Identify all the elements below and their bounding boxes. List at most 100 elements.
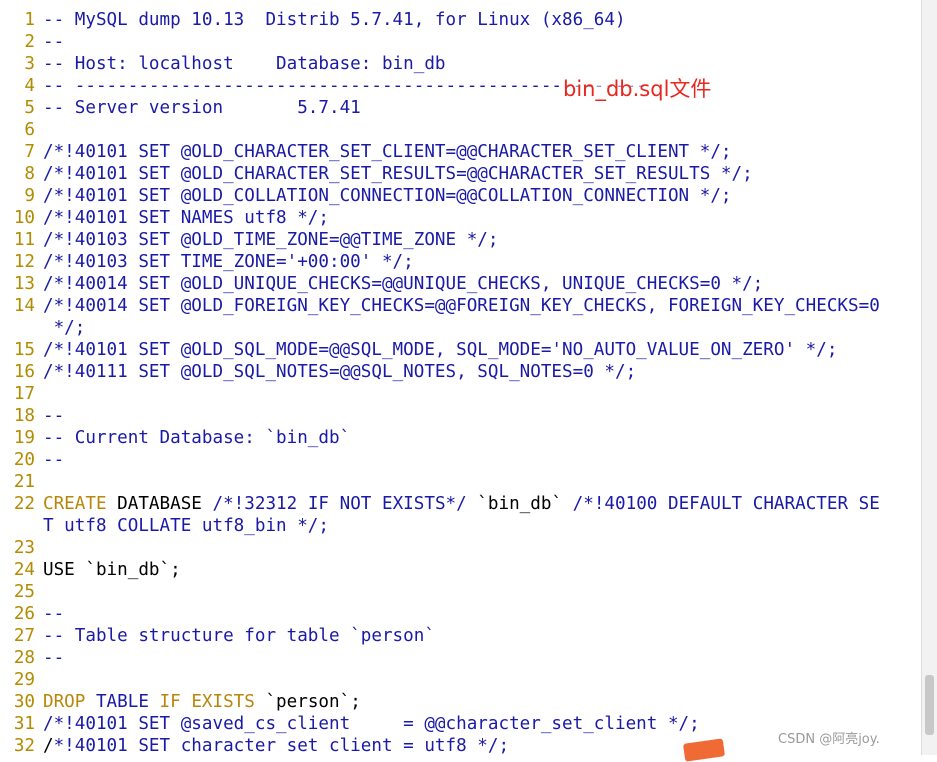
code-text: /*!40111 SET @OLD_SQL_NOTES=@@SQL_NOTES,… <box>43 361 636 383</box>
line-number: 31 <box>13 714 35 734</box>
code-token: TABLE <box>95 692 149 712</box>
code-token: /*!40014 SET @OLD_FOREIGN_KEY_CHECKS=@@F… <box>43 296 880 316</box>
code-text: /*!40103 SET TIME_ZONE='+00:00' */; <box>43 251 414 273</box>
code-text: -- Table structure for table `person` <box>43 625 435 647</box>
scrollbar-thumb[interactable] <box>925 675 934 735</box>
code-text: /*!40101 SET character set client = utf8… <box>43 735 509 755</box>
cursor-highlight: / <box>43 736 54 755</box>
line-number: 24 <box>13 560 35 580</box>
code-text: /*!40101 SET @OLD_COLLATION_CONNECTION=@… <box>43 185 732 207</box>
line-number: 13 <box>13 274 35 294</box>
line-number: 30 <box>13 692 35 712</box>
line-number: 17 <box>13 384 35 404</box>
code-token: /*!40103 SET TIME_ZONE='+00:00' */; <box>43 252 414 272</box>
code-text: -- Current Database: `bin_db` <box>43 427 350 449</box>
code-token: -- <box>43 450 65 470</box>
code-token: EXISTS <box>191 692 255 712</box>
code-text: -- <box>43 647 64 669</box>
code-text: -- Server version 5.7.41 <box>43 97 361 119</box>
code-token: DATABASE <box>106 494 213 514</box>
line-number: 28 <box>13 648 35 668</box>
code-token: /*!40101 SET @OLD_SQL_MODE=@@SQL_MODE, S… <box>43 340 838 360</box>
code-text: USE `bin_db`; <box>43 559 181 581</box>
code-token: CREATE <box>43 494 107 514</box>
code-text: */; <box>43 317 86 339</box>
code-text: /*!40101 SET @OLD_SQL_MODE=@@SQL_MODE, S… <box>43 339 837 361</box>
code-token: -- Current Database: `bin_db` <box>43 428 351 448</box>
line-number: 22 <box>13 494 35 514</box>
code-token: -- <box>43 648 65 668</box>
code-text: /*!40014 SET @OLD_FOREIGN_KEY_CHECKS=@@F… <box>43 295 880 317</box>
code-token: -- <box>43 32 65 52</box>
line-number: 21 <box>13 472 35 492</box>
code-text: DROP TABLE IF EXISTS `person`; <box>43 691 361 713</box>
code-text: -- Host: localhost Database: bin_db <box>43 53 446 75</box>
line-number: 27 <box>13 626 35 646</box>
code-text: -- <box>43 31 64 53</box>
line-number: 11 <box>13 230 35 250</box>
line-number: 26 <box>13 604 35 624</box>
code-token: DROP <box>43 692 86 712</box>
code-text: /*!40101 SET @saved_cs_client = @@charac… <box>43 713 700 735</box>
line-number: 32 <box>13 736 35 755</box>
line-number: 2 <box>24 32 35 52</box>
code-token: USE `bin_db`; <box>43 560 181 580</box>
code-token: -- <box>43 604 65 624</box>
line-number: 14 <box>13 296 35 316</box>
code-token: /*!40014 SET @OLD_UNIQUE_CHECKS=@@UNIQUE… <box>43 274 764 294</box>
line-number: 20 <box>13 450 35 470</box>
code-text: T utf8 COLLATE utf8_bin */; <box>43 515 329 537</box>
line-number: 18 <box>13 406 35 426</box>
code-token: /*!40111 SET @OLD_SQL_NOTES=@@SQL_NOTES,… <box>43 362 637 382</box>
code-token: -- <box>43 406 65 426</box>
line-number: 12 <box>13 252 35 272</box>
code-token: `person`; <box>254 692 361 712</box>
code-token: -- MySQL dump 10.13 Distrib 5.7.41, for … <box>43 10 626 30</box>
code-text: -- -------------------------------------… <box>43 75 647 97</box>
line-number: 8 <box>24 164 35 184</box>
code-text: -- <box>43 405 64 427</box>
line-number: 15 <box>13 340 35 360</box>
line-number: 29 <box>13 670 35 690</box>
code-text: /*!40103 SET @OLD_TIME_ZONE=@@TIME_ZONE … <box>43 229 498 251</box>
line-number: 1 <box>24 10 35 30</box>
code-token: /*!40101 SET @saved_cs_client = @@charac… <box>43 714 700 734</box>
code-token: -- Table structure for table `person` <box>43 626 435 646</box>
line-number: 4 <box>24 76 35 96</box>
code-token: *!40101 SET character set client = utf8 … <box>53 736 510 755</box>
code-text: /*!40101 SET @OLD_CHARACTER_SET_RESULTS=… <box>43 163 753 185</box>
file-annotation: bin_db.sql文件 <box>563 76 712 102</box>
line-number: 10 <box>13 208 35 228</box>
watermark: CSDN @阿亮joy. <box>778 732 880 747</box>
code-token: */; <box>43 318 86 338</box>
line-number: 9 <box>24 186 35 206</box>
code-text: /*!40014 SET @OLD_UNIQUE_CHECKS=@@UNIQUE… <box>43 273 763 295</box>
code-token: IF <box>159 692 181 712</box>
code-token: /*!40100 DEFAULT CHARACTER SE <box>572 494 880 514</box>
code-token: /*!40101 SET @OLD_CHARACTER_SET_CLIENT=@… <box>43 142 732 162</box>
code-token: /*!40101 SET @OLD_CHARACTER_SET_RESULTS=… <box>43 164 753 184</box>
code-editor[interactable]: 1 -- MySQL dump 10.13 Distrib 5.7.41, for… <box>0 0 922 755</box>
code-token: -- Server version 5.7.41 <box>43 98 361 118</box>
code-text: /*!40101 SET NAMES utf8 */; <box>43 207 329 229</box>
line-number: 23 <box>13 538 35 558</box>
line-number: 6 <box>24 120 35 140</box>
vertical-scrollbar[interactable] <box>921 0 937 755</box>
line-number: 7 <box>24 142 35 162</box>
line-number: 5 <box>24 98 35 118</box>
code-text: -- <box>43 603 64 625</box>
code-token: /*!40101 SET NAMES utf8 */; <box>43 208 329 228</box>
code-text: /*!40101 SET @OLD_CHARACTER_SET_CLIENT=@… <box>43 141 732 163</box>
code-text: -- MySQL dump 10.13 Distrib 5.7.41, for … <box>43 9 626 31</box>
line-number: 25 <box>13 582 35 602</box>
code-token: T utf8 COLLATE utf8_bin */; <box>43 516 329 536</box>
code-text: -- <box>43 449 64 471</box>
code-token: -- -------------------------------------… <box>43 76 647 96</box>
code-text: CREATE DATABASE /*!32312 IF NOT EXISTS*/… <box>43 493 880 515</box>
line-number: 3 <box>24 54 35 74</box>
code-token: /*!40103 SET @OLD_TIME_ZONE=@@TIME_ZONE … <box>43 230 499 250</box>
line-number: 19 <box>13 428 35 448</box>
